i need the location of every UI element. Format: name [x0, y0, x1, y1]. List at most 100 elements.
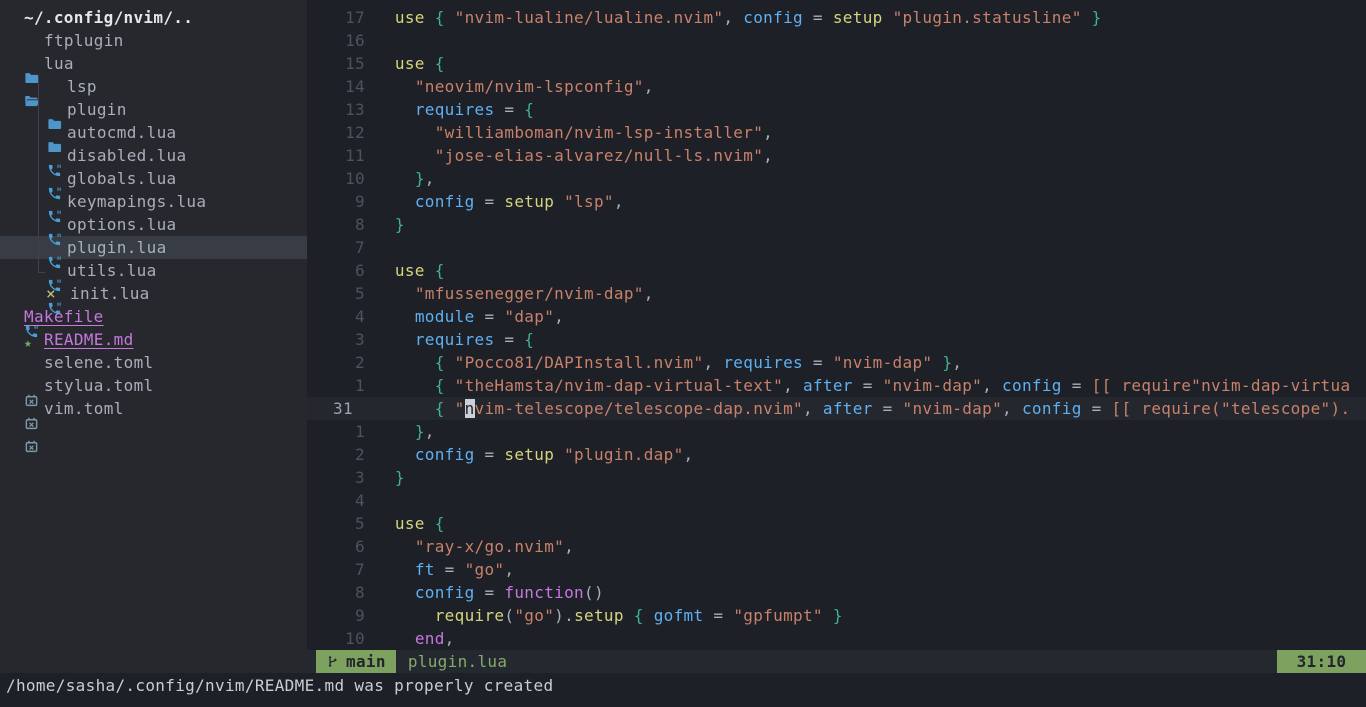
statusline-filename: plugin.lua [408, 652, 508, 671]
line-number: 17 [307, 6, 365, 29]
tree-root-path[interactable]: ~/.config/nvim/.. [0, 6, 307, 29]
file-mark: × [44, 284, 70, 303]
indent-guide [24, 167, 47, 190]
code-line[interactable]: 4 [307, 489, 1366, 512]
code-text: { "nvim-telescope/telescope-dap.nvim", a… [365, 397, 1350, 420]
code-line[interactable]: 3 requires = { [307, 328, 1366, 351]
git-branch-icon [326, 655, 339, 668]
command-line-message: /home/sasha/.config/nvim/README.md was p… [6, 676, 553, 695]
tree-item-label: options.lua [67, 215, 176, 234]
code-line[interactable]: 1 }, [307, 420, 1366, 443]
tree-item-init-lua[interactable]: ×init.lua [0, 282, 307, 305]
line-number: 8 [307, 213, 365, 236]
code-line[interactable]: 6 "ray-x/go.nvim", [307, 535, 1366, 558]
code-text: requires = { [365, 328, 534, 351]
code-text [365, 236, 375, 259]
code-line[interactable]: 5 "mfussenegger/nvim-dap", [307, 282, 1366, 305]
code-text: use { [365, 52, 445, 75]
code-line[interactable]: 4 module = "dap", [307, 305, 1366, 328]
code-line[interactable]: 9 config = setup "lsp", [307, 190, 1366, 213]
toml-file-icon [24, 355, 39, 370]
tree-item-disabled-lua[interactable]: disabled.lua [0, 144, 307, 167]
toml-file-icon [24, 378, 39, 393]
tree-item-readme-md[interactable]: ★ README.md [0, 328, 307, 351]
code-line[interactable]: 6 use { [307, 259, 1366, 282]
tree-item-selene-toml[interactable]: selene.toml [0, 351, 307, 374]
star-icon: ★ [24, 332, 44, 347]
tree-item-label: stylua.toml [44, 376, 153, 395]
code-line[interactable]: 5 use { [307, 512, 1366, 535]
git-branch-name: main [346, 652, 386, 671]
indent-guide [24, 75, 47, 98]
code-line[interactable]: 7 ft = "go", [307, 558, 1366, 581]
lua-file-icon [47, 217, 62, 232]
tree-item-options-lua[interactable]: options.lua [0, 213, 307, 236]
tree-item-label: globals.lua [67, 169, 176, 188]
tree-item-lsp[interactable]: lsp [0, 75, 307, 98]
code-line[interactable]: 3 } [307, 466, 1366, 489]
tree-item-lua[interactable]: lua [0, 52, 307, 75]
code-line[interactable]: 9 require("go").setup { gofmt = "gpfumpt… [307, 604, 1366, 627]
code-text: config = setup "lsp", [365, 190, 624, 213]
tree-item-keymapings-lua[interactable]: keymapings.lua [0, 190, 307, 213]
cursor-position-badge: 31:10 [1277, 650, 1366, 673]
code-text: }, [365, 420, 435, 443]
line-number: 3 [307, 466, 365, 489]
tree-item-utils-lua[interactable]: utils.lua [0, 259, 307, 282]
tree-item-label: utils.lua [67, 261, 157, 280]
code-line[interactable]: 10 end, [307, 627, 1366, 650]
tree-item-globals-lua[interactable]: globals.lua [0, 167, 307, 190]
code-line[interactable]: 8 } [307, 213, 1366, 236]
code-line[interactable]: 1 { "theHamsta/nvim-dap-virtual-text", a… [307, 374, 1366, 397]
tree-item-plugin[interactable]: plugin [0, 98, 307, 121]
code-line[interactable]: 16 [307, 29, 1366, 52]
line-number: 31 [307, 397, 365, 420]
folder-icon [47, 102, 62, 117]
code-text: "williamboman/nvim-lsp-installer", [365, 121, 773, 144]
line-number: 7 [307, 558, 365, 581]
line-number: 1 [307, 420, 365, 443]
code-line[interactable]: 17 use { "nvim-lualine/lualine.nvim", co… [307, 6, 1366, 29]
tree-item-label: init.lua [70, 284, 150, 303]
code-line[interactable]: 13 requires = { [307, 98, 1366, 121]
lua-file-icon [47, 194, 62, 209]
tree-item-vim-toml[interactable]: vim.toml [0, 397, 307, 420]
line-number: 9 [307, 190, 365, 213]
tree-item-label: plugin [67, 100, 127, 119]
code-text: { "theHamsta/nvim-dap-virtual-text", aft… [365, 374, 1350, 397]
code-line-current[interactable]: 31 { "nvim-telescope/telescope-dap.nvim"… [307, 397, 1366, 420]
line-number: 1 [307, 374, 365, 397]
code-text: "mfussenegger/nvim-dap", [365, 282, 654, 305]
editor-buffer[interactable]: 17 use { "nvim-lualine/lualine.nvim", co… [307, 0, 1366, 650]
tree-item-stylua-toml[interactable]: stylua.toml [0, 374, 307, 397]
tree-item-label: plugin.lua [67, 238, 167, 257]
line-number: 2 [307, 443, 365, 466]
code-line[interactable]: 2 { "Pocco81/DAPInstall.nvim", requires … [307, 351, 1366, 374]
tree-item-label: disabled.lua [67, 146, 186, 165]
line-number: 4 [307, 489, 365, 512]
tree-item-autocmd-lua[interactable]: autocmd.lua [0, 121, 307, 144]
indent-guide [24, 259, 47, 282]
code-line[interactable]: 10 }, [307, 167, 1366, 190]
lua-file-icon [47, 263, 62, 278]
tree-item-plugin-lua[interactable]: plugin.lua [0, 236, 307, 259]
indent-guide [24, 98, 47, 121]
code-text: requires = { [365, 98, 534, 121]
tree-item-ftplugin[interactable]: ftplugin [0, 29, 307, 52]
tree-item-makefile[interactable]: Makefile [0, 305, 307, 328]
folder-icon [24, 33, 39, 48]
code-text [365, 29, 375, 52]
code-text: } [365, 213, 405, 236]
code-line[interactable]: 7 [307, 236, 1366, 259]
code-line[interactable]: 2 config = setup "plugin.dap", [307, 443, 1366, 466]
code-line[interactable]: 8 config = function() [307, 581, 1366, 604]
code-line[interactable]: 14 "neovim/nvim-lspconfig", [307, 75, 1366, 98]
indent-guide [24, 213, 47, 236]
neovim-window: ~/.config/nvim/.. ftplugin lua lsp plugi… [0, 0, 1366, 707]
code-line[interactable]: 15 use { [307, 52, 1366, 75]
code-line[interactable]: 12 "williamboman/nvim-lsp-installer", [307, 121, 1366, 144]
code-text: use { [365, 512, 445, 535]
code-text: { "Pocco81/DAPInstall.nvim", requires = … [365, 351, 962, 374]
code-line[interactable]: 11 "jose-elias-alvarez/null-ls.nvim", [307, 144, 1366, 167]
lua-file-icon [47, 148, 62, 163]
